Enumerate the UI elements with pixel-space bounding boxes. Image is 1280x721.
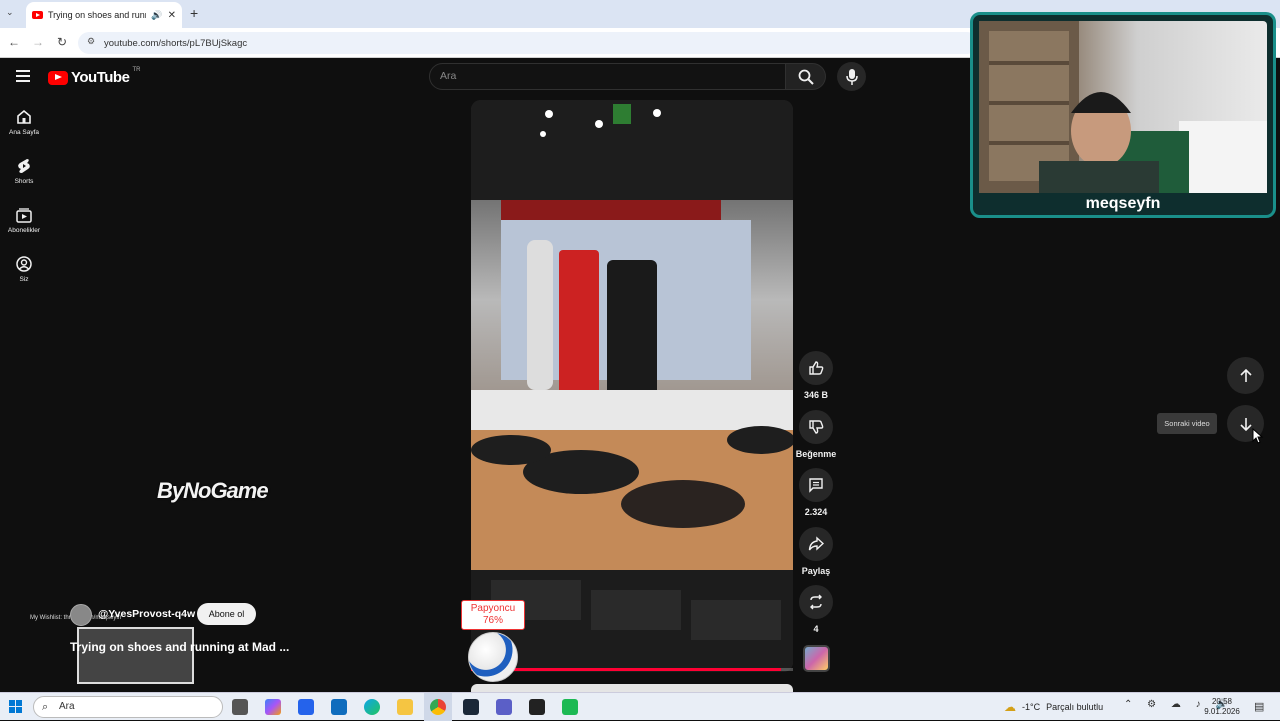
new-tab-icon[interactable]: + [190,5,198,21]
thumbs-up-icon [809,361,824,375]
remix-button[interactable]: 4 [795,585,837,634]
weather-temp: -1°C [1022,702,1041,712]
back-icon[interactable]: ← [6,34,22,50]
football-icon [468,632,518,682]
browser-tab[interactable]: Trying on shoes and running 🔊 ✕ [26,2,182,28]
close-tab-icon[interactable]: ✕ [168,10,176,21]
search-icon: ⌕ [42,701,49,713]
comments-button[interactable]: 2.324 [795,468,837,517]
thumbs-down-icon [809,420,824,434]
youtube-logo[interactable]: YouTube TR [48,67,141,86]
arrow-up-icon [1239,368,1252,382]
taskbar-search[interactable]: ⌕ Ara [33,696,223,718]
shorts-icon [18,159,30,173]
clock-time: 20:58 [1211,697,1233,706]
store-icon[interactable] [298,699,314,715]
windows-taskbar: ⌕ Ara ☁ -1°C Parçalı bulutlu ⌃ ⚙ ☁ ♪ 🔊 2… [0,692,1280,721]
channel-avatar[interactable] [70,604,92,626]
search-button[interactable] [786,63,826,90]
dislike-label: Beğenme [795,449,837,459]
tab-list-chevron-icon[interactable]: ⌄ [6,7,14,18]
chrome-icon[interactable] [430,699,446,715]
arrow-down-icon [1239,417,1252,431]
subscriptions-icon [16,208,32,223]
video-progress-bar [471,668,781,671]
url-text: youtube.com/shorts/pL7BUjSkagc [104,37,248,49]
sidebar-item-subscriptions[interactable]: Abonelikler [0,207,48,234]
streamer-name: meqseyfn [1085,195,1161,212]
user-icon [16,256,32,272]
menu-icon[interactable] [16,69,32,88]
mail-icon[interactable] [331,699,347,715]
youtube-play-icon [48,70,68,85]
taskbar-search-placeholder: Ara [59,701,75,712]
share-icon [808,536,824,551]
clock-date: 9.01.2026 [1204,707,1240,716]
share-button[interactable]: Paylaş [795,527,837,576]
teams-icon[interactable] [496,699,512,715]
home-icon [17,109,31,124]
speaker-icon[interactable]: 🔊 [151,10,162,21]
sound-thumbnail[interactable] [803,645,830,672]
reload-icon[interactable]: ↻ [54,34,70,50]
search-icon [798,69,814,85]
obs-icon[interactable] [529,699,545,715]
webcam-overlay: meqseyfn [970,12,1276,218]
youtube-favicon-icon [32,11,43,19]
dislike-button[interactable]: Beğenme [795,410,837,459]
previous-video-button[interactable] [1227,357,1264,394]
weather-icon: ☁ [1004,700,1016,714]
stake-percent: 76% [482,615,503,626]
voice-search-button[interactable] [837,62,866,91]
app-icon[interactable] [562,699,578,715]
channel-handle[interactable]: @YvesProvost-q4w [98,608,195,620]
task-view-icon[interactable] [232,699,248,715]
steam-icon[interactable] [463,699,479,715]
mini-thumbnail [77,627,194,684]
share-label: Paylaş [801,566,831,576]
sidebar-item-home[interactable]: Ana Sayfa [0,109,48,136]
copilot-icon[interactable] [265,699,281,715]
country-code: TR [132,67,141,73]
weather-widget[interactable]: ☁ -1°C Parçalı bulutlu [1004,700,1103,714]
sidebar-item-label: Ana Sayfa [9,129,39,136]
sidebar-item-label: Shorts [14,178,34,185]
sidebar-item-shorts[interactable]: Shorts [0,158,48,185]
forward-icon[interactable]: → [30,34,46,50]
stake-overlay: Papyoncu 76% [461,600,525,630]
remix-count: 4 [813,624,819,634]
address-bar[interactable]: ⚙ youtube.com/shorts/pL7BUjSkagc [78,32,978,54]
youtube-wordmark: YouTube [71,69,130,86]
remix-icon [810,594,822,610]
file-explorer-icon[interactable] [397,699,413,715]
site-info-icon[interactable]: ⚙ [87,36,95,47]
short-title[interactable]: Trying on shoes and running at Mad ... [70,640,289,654]
short-video-player[interactable] [471,100,793,672]
webcam-feed-image [979,21,1267,193]
video-frame-image [471,100,793,672]
stake-name: Papyoncu [470,603,516,614]
like-count: 346 B [803,390,829,400]
sidebar-item-you[interactable]: Siz [0,256,48,283]
tab-title: Trying on shoes and running [48,10,146,20]
subscribe-button[interactable]: Abone ol [197,603,256,625]
clock[interactable]: 20:58 9.01.2026 [1204,697,1240,717]
sidebar-item-label: Siz [19,276,29,283]
windows-start-icon[interactable] [9,700,23,719]
next-video-tooltip: Sonraki video [1157,413,1217,434]
weather-desc: Parçalı bulutlu [1046,702,1104,712]
search-input[interactable]: Ara [429,63,786,90]
mouse-cursor-icon [1252,427,1264,449]
comment-icon [809,478,823,493]
edge-icon[interactable] [364,699,380,715]
notification-icon[interactable]: ▤ [1254,700,1264,713]
microphone-icon [845,68,858,85]
sponsor-logo: ByNoGame [157,478,269,503]
comment-count: 2.324 [804,507,828,517]
sidebar-item-label: Abonelikler [7,227,41,234]
like-button[interactable]: 346 B [795,351,837,400]
